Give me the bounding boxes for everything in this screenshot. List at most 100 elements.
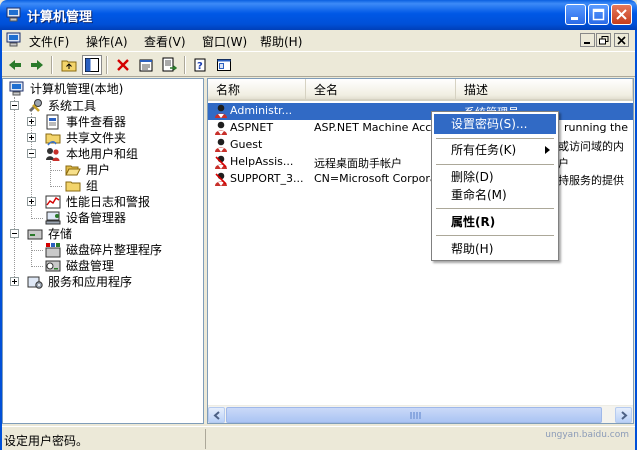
tree-expand-toggle[interactable] [10, 277, 19, 286]
menu-item-delete[interactable]: 删除(D) [434, 167, 556, 187]
horizontal-scrollbar[interactable] [208, 405, 633, 423]
tree-item-label: 事件查看器 [66, 115, 127, 129]
tree-item-label: 性能日志和警报 [66, 195, 151, 209]
up-one-level-button[interactable] [59, 55, 79, 75]
user-icon [215, 172, 227, 186]
show-hide-tree-icon [85, 58, 99, 72]
scroll-left-button[interactable] [208, 407, 225, 423]
user-icon [215, 155, 227, 169]
menu-item-all-tasks[interactable]: 所有任务(K) [434, 140, 556, 160]
tools-icon [28, 99, 42, 113]
user-icon [215, 104, 227, 118]
tree-item-label: 存储 [48, 227, 73, 241]
tree-collapse-toggle[interactable] [10, 229, 19, 238]
menu-action[interactable]: 操作(A) [86, 33, 128, 50]
console-tree[interactable]: 计算机管理(本地) 系统工具 事件查看器 共享文件夹 本地用户和组 用户 组 性… [2, 78, 204, 424]
shared-folder-icon [45, 133, 61, 146]
scroll-right-button[interactable] [615, 407, 632, 423]
user-row-support[interactable]: SUPPORT_3... CN=Microsoft Corporation 持服… [208, 171, 633, 188]
user-name: HelpAssis... [230, 155, 294, 168]
users-list-view[interactable]: 名称 全名 描述 Administr... 系统管理员 ASPNET ASP.N… [207, 78, 634, 424]
menu-window[interactable]: 窗口(W) [202, 33, 247, 50]
tree-expand-toggle[interactable] [27, 117, 36, 126]
toolbar-separator [106, 56, 108, 74]
users-group-icon [46, 148, 60, 161]
document-window-icon[interactable] [6, 32, 22, 47]
toolbar: ? [0, 51, 637, 77]
menu-item-properties[interactable]: 属性(R) [434, 212, 556, 232]
user-icon [215, 121, 227, 135]
status-bar: 设定用户密码。 ungyan.baidu.com [0, 426, 637, 450]
user-row-aspnet[interactable]: ASPNET ASP.NET Machine Account running t… [208, 120, 633, 137]
menu-item-help[interactable]: 帮助(H) [434, 239, 556, 259]
tree-line [31, 266, 43, 267]
maximize-button[interactable] [588, 4, 609, 25]
user-name: ASPNET [230, 121, 274, 134]
child-restore-button[interactable] [596, 33, 611, 47]
tree-expand-toggle[interactable] [27, 197, 36, 206]
close-icon [617, 36, 626, 45]
tree-collapse-toggle[interactable] [27, 149, 36, 158]
menu-item-set-password[interactable]: 设置密码(S)... [434, 114, 556, 134]
up-folder-icon [61, 60, 77, 72]
user-row-helpassistant[interactable]: HelpAssis... 远程桌面助手帐户 户 [208, 154, 633, 171]
restore-icon [599, 36, 609, 45]
forward-button[interactable] [27, 55, 47, 75]
scroll-thumb[interactable] [226, 407, 602, 423]
column-header-description[interactable]: 描述 [456, 79, 633, 101]
child-close-button[interactable] [614, 33, 629, 47]
user-name: SUPPORT_3... [230, 172, 304, 185]
storage-icon [27, 229, 43, 240]
user-description: running the [564, 121, 628, 134]
menu-item-rename[interactable]: 重命名(M) [434, 185, 556, 205]
tree-collapse-toggle[interactable] [10, 101, 19, 110]
column-header-name[interactable]: 名称 [208, 79, 306, 101]
tree-line [50, 161, 51, 187]
tree-line [31, 218, 43, 219]
back-arrow-icon [9, 60, 21, 70]
properties-button[interactable] [136, 55, 156, 75]
new-window-button[interactable] [214, 55, 234, 75]
tree-item-label: 磁盘碎片整理程序 [66, 243, 163, 257]
minimize-button[interactable] [565, 4, 586, 25]
computer-icon [9, 81, 24, 96]
toolbar-separator [184, 56, 186, 74]
user-row-administrator[interactable]: Administr... 系统管理员 [208, 103, 633, 120]
tree-item-label: 组 [86, 179, 99, 193]
delete-button[interactable] [113, 55, 133, 75]
disk-management-icon [45, 260, 61, 272]
tree-item-label: 磁盘管理 [66, 259, 115, 273]
tree-item-label: 本地用户和组 [66, 147, 139, 161]
menu-item-label: 所有任务(K) [451, 143, 517, 157]
properties-icon [139, 59, 153, 72]
tree-item-label: 系统工具 [48, 99, 97, 113]
back-button[interactable] [5, 55, 25, 75]
help-button[interactable]: ? [191, 55, 211, 75]
menu-bar: 文件(F) 操作(A) 查看(V) 窗口(W) 帮助(H) [0, 30, 637, 50]
menu-view[interactable]: 查看(V) [144, 33, 186, 50]
forward-arrow-icon [31, 60, 43, 70]
arrow-right-icon [621, 411, 628, 420]
column-header-fullname[interactable]: 全名 [306, 79, 456, 101]
show-hide-tree-button[interactable] [82, 55, 102, 75]
user-name: Guest [230, 138, 263, 151]
child-minimize-button[interactable] [580, 33, 595, 47]
user-fullname: CN=Microsoft Corporation [314, 172, 434, 185]
menu-file[interactable]: 文件(F) [29, 33, 69, 50]
user-row-guest[interactable]: Guest 或访问域的内 [208, 137, 633, 154]
window-border-left [0, 30, 2, 450]
user-description: 户 [558, 157, 569, 170]
tree-item-label: 共享文件夹 [66, 131, 127, 145]
status-divider [205, 429, 206, 449]
export-list-button[interactable] [159, 55, 179, 75]
title-bar[interactable]: 计算机管理 [0, 0, 637, 30]
tree-expand-toggle[interactable] [27, 133, 36, 142]
user-description: 或访问域的内 [558, 140, 624, 153]
close-icon [616, 9, 627, 20]
close-button[interactable] [611, 4, 632, 25]
defrag-icon [45, 243, 61, 258]
menu-help[interactable]: 帮助(H) [260, 33, 302, 50]
new-window-icon [217, 59, 231, 71]
submenu-arrow-icon [545, 146, 550, 154]
minimize-icon [571, 17, 578, 20]
